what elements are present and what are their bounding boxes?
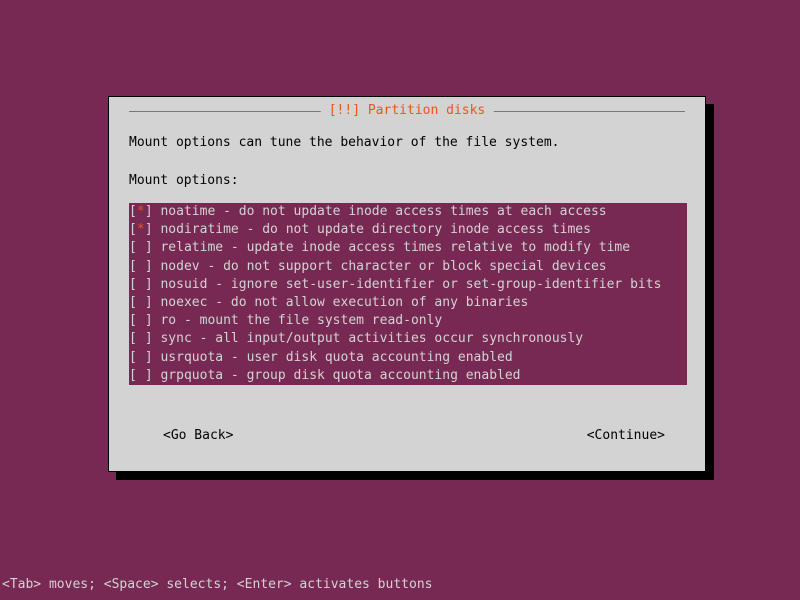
- continue-button[interactable]: <Continue>: [587, 428, 685, 443]
- mount-option[interactable]: [ ] relatime - update inode access times…: [129, 239, 687, 257]
- checkbox-close-bracket: ]: [145, 258, 161, 276]
- mount-options-list: [*] noatime - do not update inode access…: [129, 203, 687, 385]
- checkbox-mark: [137, 312, 145, 330]
- go-back-button[interactable]: <Go Back>: [129, 428, 233, 443]
- checkbox-open-bracket: [: [129, 258, 137, 276]
- checkbox-mark: *: [137, 221, 145, 239]
- checkbox-open-bracket: [: [129, 294, 137, 312]
- checkbox-mark: *: [137, 203, 145, 221]
- checkbox-open-bracket: [: [129, 367, 137, 385]
- checkbox-mark: [137, 258, 145, 276]
- mount-option[interactable]: [ ] sync - all input/output activities o…: [129, 330, 687, 348]
- checkbox-mark: [137, 330, 145, 348]
- checkbox-mark: [137, 239, 145, 257]
- keyboard-hint: <Tab> moves; <Space> selects; <Enter> ac…: [2, 577, 432, 592]
- checkbox-close-bracket: ]: [145, 239, 161, 257]
- mount-option-label: nodiratime - do not update directory ino…: [160, 221, 590, 239]
- checkbox-open-bracket: [: [129, 312, 137, 330]
- options-label: Mount options:: [129, 173, 239, 188]
- partition-dialog: [!!] Partition disks Mount options can t…: [108, 96, 706, 472]
- mount-option-label: noexec - do not allow execution of any b…: [160, 294, 528, 312]
- checkbox-close-bracket: ]: [145, 312, 161, 330]
- checkbox-mark: [137, 349, 145, 367]
- mount-option[interactable]: [*] noatime - do not update inode access…: [129, 203, 687, 221]
- mount-option[interactable]: [ ] grpquota - group disk quota accounti…: [129, 367, 687, 385]
- checkbox-open-bracket: [: [129, 203, 137, 221]
- mount-option[interactable]: [ ] noexec - do not allow execution of a…: [129, 294, 687, 312]
- checkbox-close-bracket: ]: [145, 203, 161, 221]
- mount-option-label: relatime - update inode access times rel…: [160, 239, 630, 257]
- checkbox-open-bracket: [: [129, 239, 137, 257]
- mount-option-label: usrquota - user disk quota accounting en…: [160, 349, 512, 367]
- checkbox-open-bracket: [: [129, 276, 137, 294]
- mount-option[interactable]: [ ] nodev - do not support character or …: [129, 258, 687, 276]
- checkbox-close-bracket: ]: [145, 276, 161, 294]
- mount-option-label: noatime - do not update inode access tim…: [160, 203, 606, 221]
- checkbox-close-bracket: ]: [145, 349, 161, 367]
- dialog-title: [!!] Partition disks: [321, 103, 494, 118]
- mount-option-label: ro - mount the file system read-only: [160, 312, 442, 330]
- mount-option-label: sync - all input/output activities occur…: [160, 330, 583, 348]
- checkbox-close-bracket: ]: [145, 221, 161, 239]
- checkbox-mark: [137, 276, 145, 294]
- checkbox-open-bracket: [: [129, 349, 137, 367]
- mount-option[interactable]: [ ] ro - mount the file system read-only: [129, 312, 687, 330]
- mount-option-label: grpquota - group disk quota accounting e…: [160, 367, 520, 385]
- mount-option[interactable]: [*] nodiratime - do not update directory…: [129, 221, 687, 239]
- dialog-description: Mount options can tune the behavior of t…: [129, 135, 559, 150]
- checkbox-open-bracket: [: [129, 221, 137, 239]
- checkbox-close-bracket: ]: [145, 294, 161, 312]
- mount-option-label: nosuid - ignore set-user-identifier or s…: [160, 276, 661, 294]
- mount-option-label: nodev - do not support character or bloc…: [160, 258, 606, 276]
- mount-option[interactable]: [ ] usrquota - user disk quota accountin…: [129, 349, 687, 367]
- checkbox-mark: [137, 294, 145, 312]
- checkbox-close-bracket: ]: [145, 367, 161, 385]
- checkbox-open-bracket: [: [129, 330, 137, 348]
- checkbox-mark: [137, 367, 145, 385]
- checkbox-close-bracket: ]: [145, 330, 161, 348]
- mount-option[interactable]: [ ] nosuid - ignore set-user-identifier …: [129, 276, 687, 294]
- dialog-buttons: <Go Back> <Continue>: [129, 428, 685, 443]
